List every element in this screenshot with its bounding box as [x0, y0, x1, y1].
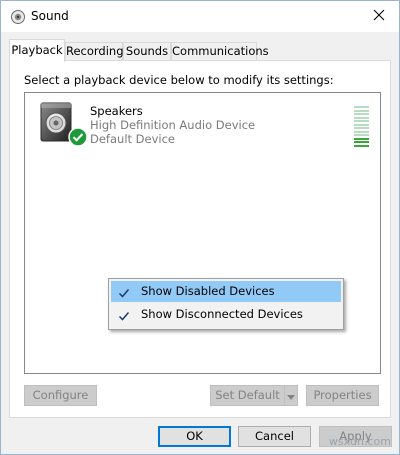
menu-item-show-disconnected-devices[interactable]: Show Disconnected Devices: [111, 304, 341, 325]
close-icon: [373, 9, 385, 24]
context-menu: Show Disabled Devices Show Disconnected …: [108, 278, 344, 330]
level-bar: [354, 127, 369, 129]
properties-button[interactable]: Properties: [306, 385, 379, 406]
level-bar: [354, 113, 369, 115]
tab-playback[interactable]: Playback: [9, 39, 65, 62]
level-bar: [354, 141, 369, 143]
menu-item-label: Show Disabled Devices: [141, 284, 275, 298]
ok-button[interactable]: OK: [158, 426, 231, 447]
level-bar: [354, 134, 369, 136]
checkmark-icon: [118, 308, 130, 321]
sound-dialog: Sound Playback Recording Sounds Communic…: [0, 0, 400, 455]
device-status: Default Device: [90, 132, 176, 146]
speaker-icon: [10, 9, 26, 25]
tab-sounds[interactable]: Sounds: [123, 42, 171, 61]
device-description: High Definition Audio Device: [90, 118, 256, 132]
configure-button[interactable]: Configure: [24, 385, 97, 406]
device-list[interactable]: Speakers High Definition Audio Device De…: [24, 92, 381, 374]
close-button[interactable]: [359, 1, 399, 32]
tab-communications[interactable]: Communications: [171, 42, 269, 61]
tab-recording[interactable]: Recording: [65, 42, 124, 61]
level-bar: [354, 106, 369, 108]
level-bar: [354, 123, 369, 126]
cancel-button[interactable]: Cancel: [238, 426, 311, 447]
level-bar: [354, 137, 369, 140]
level-bar: [354, 144, 369, 147]
title-bar[interactable]: Sound: [1, 1, 399, 32]
menu-item-label: Show Disconnected Devices: [141, 307, 303, 321]
menu-item-show-disabled-devices[interactable]: Show Disabled Devices: [111, 281, 341, 302]
level-bar: [354, 116, 369, 119]
level-bar: [354, 109, 369, 112]
set-default-button[interactable]: Set Default: [210, 385, 285, 406]
playback-panel: Select a playback device below to modify…: [9, 60, 391, 418]
default-check-icon: [68, 127, 88, 147]
instruction-text: Select a playback device below to modify…: [24, 73, 334, 87]
checkmark-icon: [118, 285, 130, 298]
set-default-dropdown-button[interactable]: [284, 385, 298, 406]
tab-strip: Playback Recording Sounds Communications: [9, 39, 389, 62]
volume-level-meter: [354, 106, 369, 148]
device-name: Speakers: [90, 104, 143, 118]
window-title: Sound: [31, 9, 69, 23]
device-item-speakers[interactable]: Speakers High Definition Audio Device De…: [25, 93, 380, 155]
watermark: wsxdn.com: [328, 435, 391, 448]
level-bar: [354, 130, 369, 133]
chevron-down-icon: [287, 389, 295, 403]
level-bar: [354, 120, 369, 122]
